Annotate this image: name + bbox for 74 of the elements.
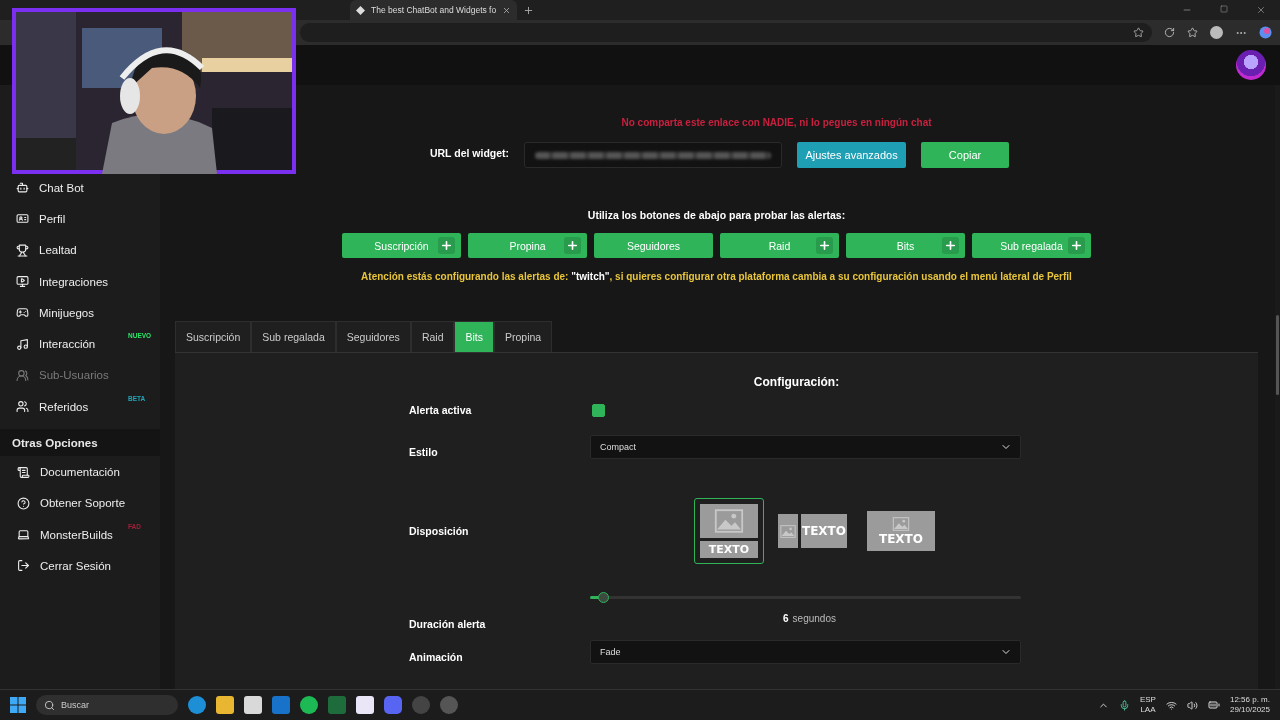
scrollbar-thumb[interactable]: [1276, 315, 1279, 395]
image-icon: [892, 516, 910, 531]
favorites-icon[interactable]: [1187, 27, 1198, 38]
image-icon: [780, 524, 796, 538]
sidebar-item[interactable]: Lealtad: [0, 234, 160, 266]
image-icon: [714, 509, 744, 533]
logout-icon: [17, 559, 30, 573]
scroll-icon: [17, 465, 30, 479]
gamepad-icon: [16, 306, 29, 320]
plus-icon: [564, 237, 581, 254]
sidebar-item[interactable]: Obtener Soporte: [0, 487, 160, 519]
tab[interactable]: Raid: [410, 321, 455, 352]
notice-text: Atención estás configurando las alertas de: "twitch", si quieres configurar otra plataforma cambia a su configuración usando el menú lateral de Perfil: [360, 271, 1073, 282]
music-icon: [16, 337, 29, 351]
sidebar-item[interactable]: Chat Bot: [0, 172, 160, 204]
profile-icon[interactable]: [1210, 26, 1223, 39]
section-title: Otras Opciones: [0, 429, 160, 457]
sidebar-item[interactable]: Perfil: [0, 203, 160, 235]
volume-icon[interactable]: [1186, 699, 1198, 711]
sample-text: TEXTO: [879, 531, 923, 546]
close-icon[interactable]: [502, 5, 512, 15]
browser-tab[interactable]: The best ChatBot and Widgets fo: [350, 0, 518, 20]
id-card-icon: [16, 212, 29, 226]
robot-icon: [16, 181, 29, 195]
search-icon: [44, 699, 55, 711]
slider-handle[interactable]: [597, 592, 609, 603]
sidebar-item[interactable]: Documentación: [0, 456, 160, 488]
star-icon[interactable]: [1133, 27, 1144, 38]
wifi-icon[interactable]: [1165, 699, 1177, 711]
instruction-text: Utiliza los botones de abajo para probar las alertas:: [586, 209, 847, 221]
field-label: Duración alerta: [409, 617, 487, 632]
battery-icon[interactable]: [1207, 699, 1220, 711]
microphone-icon[interactable]: [1118, 699, 1130, 711]
avatar[interactable]: [1236, 50, 1266, 80]
field-label: Estilo: [409, 445, 439, 460]
plus-icon: [1068, 237, 1085, 254]
tab[interactable]: Suscripción: [175, 321, 252, 352]
field-label: URL del widget:: [429, 147, 510, 159]
monitor-icon: [16, 275, 29, 289]
slider[interactable]: [590, 592, 1021, 603]
sample-text: TEXTO: [802, 524, 846, 538]
sidebar-item[interactable]: Minijuegos: [0, 297, 160, 329]
dropdown[interactable]: Compact: [590, 435, 1021, 459]
users-icon: [16, 400, 29, 414]
diamond-icon: [356, 5, 365, 15]
laptop-icon: [17, 528, 30, 542]
sidebar-item[interactable]: Integraciones: [0, 265, 160, 298]
sample-text: TEXTO: [708, 543, 750, 556]
copilot-icon[interactable]: [1259, 26, 1272, 39]
tab[interactable]: Sub regalada: [251, 321, 336, 352]
plus-icon: [816, 237, 833, 254]
checkbox[interactable]: [592, 403, 605, 417]
language-indicator[interactable]: ESP LAA: [1139, 695, 1156, 715]
url-field[interactable]: [524, 142, 783, 168]
close-icon[interactable]: [1256, 5, 1266, 15]
windows-icon[interactable]: [10, 697, 26, 713]
warning-text: No comparta este enlace con NADIE, ni lo pegues en ningún chat: [620, 116, 933, 130]
duration-reading: 6 segundos: [782, 613, 837, 624]
tab[interactable]: Propina: [494, 321, 553, 352]
plus-icon: [438, 237, 455, 254]
group-icon: [16, 368, 29, 382]
tab[interactable]: Seguidores: [335, 321, 411, 352]
field-label: Animación: [409, 650, 464, 665]
field-label: Disposición: [409, 524, 470, 539]
plus-icon: [942, 237, 959, 254]
new-tab-icon[interactable]: [523, 4, 535, 16]
trophy-icon: [16, 243, 29, 257]
sidebar-item[interactable]: Cerrar Sesión: [0, 550, 160, 582]
help-icon: [17, 496, 30, 510]
clock[interactable]: 12:56 p. m. 29/10/2025: [1229, 695, 1270, 715]
dropdown[interactable]: Fade: [590, 640, 1021, 664]
field-label: Alerta activa: [409, 403, 473, 418]
section-title: Configuración:: [752, 375, 841, 389]
search-field[interactable]: Buscar: [36, 695, 178, 715]
